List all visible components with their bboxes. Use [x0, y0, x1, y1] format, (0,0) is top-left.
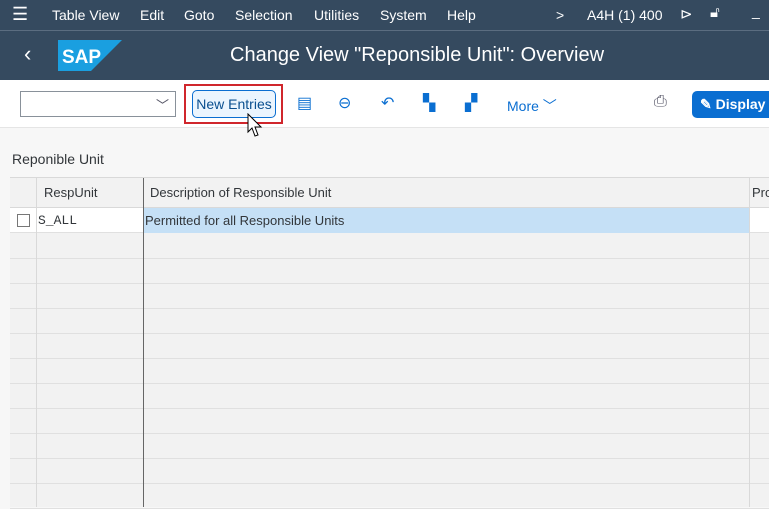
system-info: A4H (1) 400: [587, 7, 663, 23]
empty-table-row[interactable]: [10, 334, 769, 359]
empty-table-row[interactable]: [10, 284, 769, 309]
empty-table-row[interactable]: [10, 409, 769, 434]
more-label: More: [507, 98, 539, 114]
more-button[interactable]: More ﹀: [507, 96, 557, 116]
menu-table-view[interactable]: Table View: [52, 7, 119, 23]
row-checkbox[interactable]: [17, 214, 30, 227]
section-title: Reponible Unit: [12, 151, 104, 167]
print-icon[interactable]: ⎙: [654, 93, 667, 111]
empty-table-row[interactable]: [10, 309, 769, 334]
undo-icon[interactable]: ↶: [381, 93, 394, 113]
unlock-icon[interactable]: 🔓︎: [710, 4, 720, 21]
column-divider: [143, 178, 144, 507]
select-all-icon[interactable]: ▚: [423, 93, 435, 113]
table-header: RespUnit Description of Responsible Unit…: [10, 178, 769, 208]
menu-bar: ☰ Table View Edit Goto Selection Utiliti…: [0, 0, 769, 31]
column-divider: [749, 178, 750, 507]
empty-table-row[interactable]: [10, 359, 769, 384]
menu-goto[interactable]: Goto: [184, 7, 214, 23]
menu-selection[interactable]: Selection: [235, 7, 293, 23]
table-row[interactable]: S_ALL Permitted for all Responsible Unit…: [10, 208, 769, 233]
menu-edit[interactable]: Edit: [140, 7, 164, 23]
mouse-cursor-icon: [247, 113, 263, 137]
empty-table-row[interactable]: [10, 434, 769, 459]
display-label: Display: [715, 96, 766, 112]
svg-text:SAP: SAP: [62, 47, 101, 68]
menu-system[interactable]: System: [380, 7, 427, 23]
empty-table-row[interactable]: [10, 259, 769, 284]
resp-unit-cell[interactable]: S_ALL: [38, 213, 77, 228]
empty-table-row[interactable]: [10, 234, 769, 259]
minimize-icon[interactable]: _: [752, 3, 760, 19]
display-button[interactable]: ✎ Display: [692, 91, 769, 118]
empty-table-row[interactable]: [10, 484, 769, 509]
column-header-pro[interactable]: Pro: [752, 185, 769, 200]
menu-utilities[interactable]: Utilities: [314, 7, 359, 23]
hamburger-menu-icon[interactable]: ☰: [12, 4, 28, 25]
play-icon[interactable]: ⊳: [680, 5, 693, 23]
column-header-description[interactable]: Description of Responsible Unit: [150, 185, 331, 200]
data-table: RespUnit Description of Responsible Unit…: [10, 177, 769, 509]
column-divider: [36, 178, 37, 507]
sap-logo: SAP: [58, 40, 122, 71]
variant-dropdown[interactable]: ﹀: [20, 91, 176, 117]
menu-help[interactable]: Help: [447, 7, 476, 23]
page-title: Change View "Reponsible Unit": Overview: [230, 44, 605, 66]
column-header-respunit[interactable]: RespUnit: [44, 185, 97, 200]
empty-table-row[interactable]: [10, 459, 769, 484]
empty-table-row[interactable]: [10, 384, 769, 409]
title-bar: ‹ SAP Change View "Reponsible Unit": Ove…: [0, 31, 769, 80]
toolbar: ﹀ New Entries ▤ ⊖ ↶ ▚ ▞ More ﹀ ⎙ ✎ Displ…: [0, 80, 769, 128]
chevron-right-icon[interactable]: >: [556, 7, 564, 23]
copy-icon[interactable]: ▤: [297, 93, 312, 113]
back-icon[interactable]: ‹: [24, 41, 31, 67]
chevron-down-icon: ﹀: [155, 98, 169, 113]
description-cell[interactable]: Permitted for all Responsible Units: [145, 213, 344, 228]
deselect-all-icon[interactable]: ▞: [465, 93, 477, 113]
delete-icon[interactable]: ⊖: [338, 93, 351, 113]
